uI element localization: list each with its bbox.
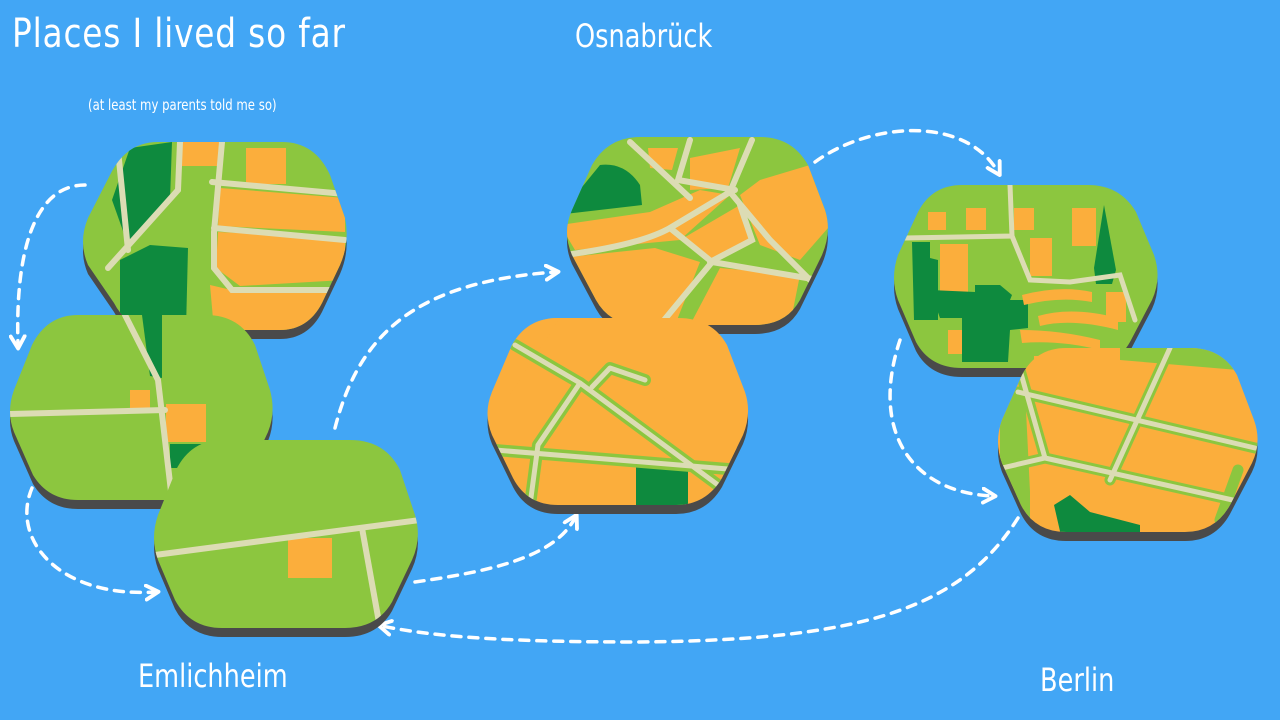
map-tile-berlin-2: [998, 348, 1258, 541]
map-tile-emlichheim-3: [154, 440, 418, 637]
map-tile-osnabrueck-2: [487, 318, 749, 514]
map-tile-emlichheim-1: [83, 142, 347, 339]
city-label-emlichheim: Emlichheim: [138, 657, 288, 695]
city-label-osnabrueck: Osnabrück: [575, 17, 713, 55]
illustration-canvas: Places I lived so far (at least my paren…: [0, 0, 1280, 720]
arrow-osnabrueck-to-berlin: [813, 128, 998, 172]
arrow-tile3-to-osnabrueck: [413, 518, 575, 584]
page-subtitle: (at least my parents told me so): [88, 96, 277, 114]
arrow-berlin-to-emlichheim: [382, 516, 1020, 644]
page-title: Places I lived so far: [12, 11, 346, 57]
city-label-berlin: Berlin: [1040, 661, 1115, 699]
map-tile-osnabrueck-1: [567, 137, 828, 334]
